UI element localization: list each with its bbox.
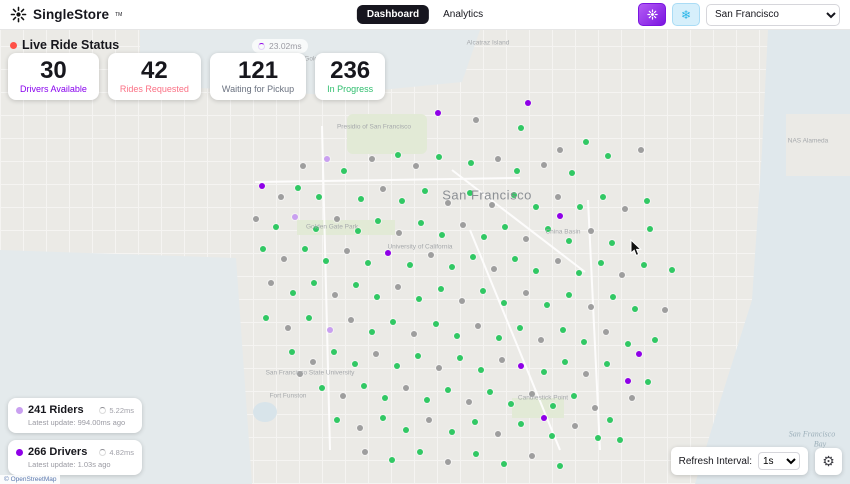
latency-spinner-icon [258, 42, 265, 50]
drivers-legend-card: 266 Drivers 4.82ms Latest update: 1.03s … [8, 440, 142, 475]
map-attribution[interactable]: © OpenStreetMap [0, 475, 61, 484]
stat-value: 121 [238, 57, 279, 84]
nav-tabs: Dashboard Analytics [356, 5, 493, 24]
stats-row: 30 Drivers Available 42 Rides Requested … [8, 53, 386, 101]
latency-spinner-icon [99, 406, 107, 414]
live-ride-status-header: Live Ride Status [10, 38, 119, 52]
settings-button[interactable]: ⚙ [815, 448, 842, 475]
mouse-cursor [630, 238, 642, 262]
stat-card-in-progress: 236 In Progress [315, 53, 386, 101]
snowflake-db-toggle[interactable]: ❄ [672, 3, 700, 26]
latency-spinner-icon [99, 448, 107, 456]
gear-icon: ⚙ [822, 453, 835, 469]
page-title: Live Ride Status [22, 38, 120, 52]
singlestore-db-toggle[interactable] [638, 3, 666, 26]
stat-label: Waiting for Pickup [221, 84, 295, 95]
stat-label: In Progress [327, 84, 374, 95]
nav-right: ❄ San Francisco [638, 3, 840, 26]
stat-card-rides-requested: 42 Rides Requested [107, 53, 201, 101]
riders-last-update: Latest update: 994.00ms ago [28, 418, 126, 427]
drivers-dot [16, 448, 23, 456]
brand-trademark: TM [115, 11, 123, 18]
riders-dot [16, 406, 23, 414]
singlestore-logo-icon [10, 6, 27, 23]
stat-label: Rides Requested [119, 84, 189, 95]
snowflake-icon: ❄ [680, 7, 692, 22]
stat-value: 236 [330, 57, 371, 84]
latency-value: 23.02ms [269, 41, 302, 51]
tab-dashboard[interactable]: Dashboard [356, 5, 430, 24]
query-latency-badge: 23.02ms [252, 39, 308, 53]
tab-analytics[interactable]: Analytics [433, 5, 493, 24]
stat-card-waiting-for-pickup: 121 Waiting for Pickup [209, 53, 307, 101]
brand-name: SingleStore [33, 7, 110, 22]
brand: SingleStore TM [10, 6, 122, 23]
riders-legend-card: 241 Riders 5.22ms Latest update: 994.00m… [8, 398, 142, 433]
top-nav: SingleStore TM Dashboard Analytics ❄ San… [0, 0, 850, 30]
riders-latency: 5.22ms [99, 406, 134, 415]
stat-card-drivers-available: 30 Drivers Available [8, 53, 99, 101]
refresh-interval-label: Refresh Interval: [678, 455, 752, 467]
singlestore-toggle-icon [646, 9, 658, 20]
drivers-latency: 4.82ms [99, 448, 134, 457]
drivers-count: 266 Drivers [28, 446, 88, 458]
refresh-select[interactable]: 1s [758, 452, 800, 470]
riders-count: 241 Riders [28, 404, 84, 416]
stat-label: Drivers Available [20, 84, 87, 95]
city-select[interactable]: San Francisco [706, 3, 840, 26]
refresh-interval-control: Refresh Interval: 1s [670, 447, 808, 475]
stat-value: 30 [40, 57, 67, 84]
live-status-dot [10, 41, 17, 49]
stat-value: 42 [141, 57, 168, 84]
drivers-last-update: Latest update: 1.03s ago [28, 460, 111, 469]
